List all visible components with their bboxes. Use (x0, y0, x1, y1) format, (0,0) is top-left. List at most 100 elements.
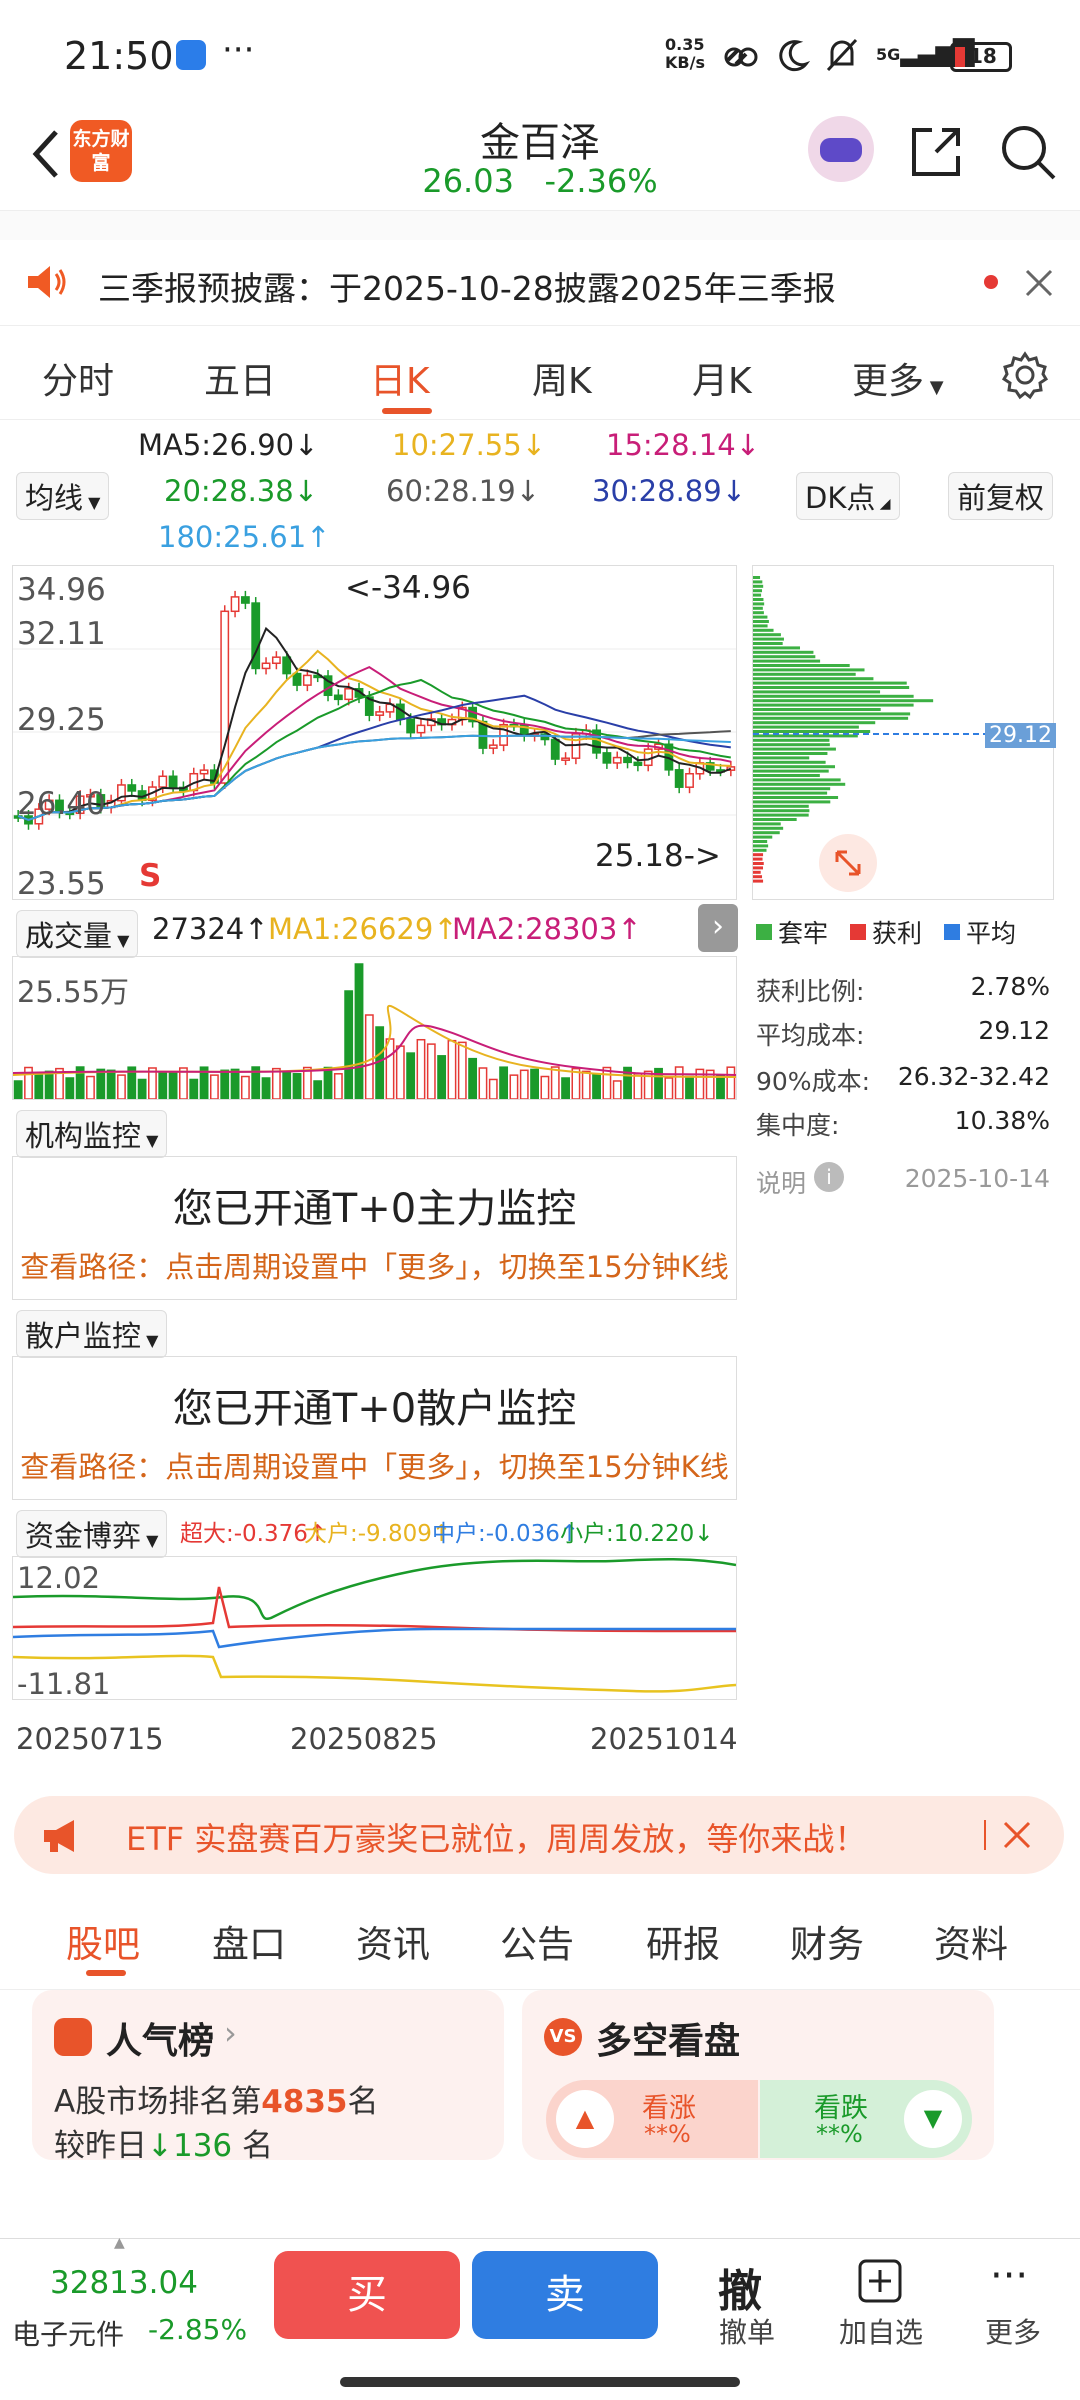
kline-y-label-5: 23.55 (17, 866, 106, 902)
back-arrow-icon[interactable] (24, 124, 74, 184)
tab-finance[interactable]: 财务 (790, 1914, 864, 1968)
index-value[interactable]: 32813.04 (50, 2265, 198, 2301)
volume-bar (230, 1068, 240, 1099)
dropdown-triangle-icon: ▼ (112, 931, 130, 950)
chip-bar (753, 870, 761, 874)
dropdown-triangle-icon: ▼ (141, 1131, 159, 1150)
tab-more[interactable]: 更多 ▼ (852, 352, 944, 404)
down-value: **% (816, 2120, 863, 2148)
candle-body (633, 761, 643, 767)
close-icon[interactable] (1000, 1818, 1034, 1852)
candle-body (561, 757, 570, 761)
chip-bar (753, 796, 839, 799)
candle-body (282, 656, 292, 675)
close-icon[interactable] (1022, 266, 1056, 300)
index-name[interactable]: 电子元件 (12, 2313, 124, 2353)
tab-guba[interactable]: 股吧 (66, 1914, 140, 1968)
retail-monitor-title: 您已开通T+0散户监控 (172, 1386, 577, 1432)
indicator-type-select[interactable]: 均线 ▼ (16, 472, 110, 520)
note-label[interactable]: 说明 (756, 1164, 806, 1200)
etf-banner-text: ETF 实盘赛百万豪奖已就位，周周发放，等你来战！ (126, 1820, 867, 1858)
tab-weekly-k[interactable]: 周K (532, 352, 592, 404)
popularity-card[interactable]: 人气榜 › A股市场排名第4835名 较昨日↓136 名 (32, 1990, 504, 2164)
buy-button[interactable]: 买 (274, 2251, 460, 2339)
tab-research[interactable]: 研报 (646, 1914, 720, 1968)
vote-up-button[interactable]: ▲ 看涨 **% (546, 2080, 758, 2158)
fund-game-select[interactable]: 资金博弈 ▼ (16, 1510, 168, 1558)
add-watchlist-icon[interactable] (856, 2257, 904, 2305)
share-icon[interactable] (906, 122, 966, 182)
chip-bar (753, 804, 809, 808)
adjust-select[interactable]: 前复权 (948, 472, 1054, 520)
chip-bar (753, 716, 909, 720)
chip-bar (753, 743, 830, 747)
dropdown-triangle-icon: ▼ (141, 1331, 159, 1350)
chip-bar (753, 747, 836, 751)
volume-bar (726, 1066, 736, 1099)
bullbear-title: 多空看盘 (596, 2021, 741, 2062)
tab-profile[interactable]: 资料 (934, 1914, 1008, 1968)
expand-panel-button[interactable]: › (698, 904, 738, 952)
etf-banner[interactable]: ETF 实盘赛百万豪奖已就位，周周发放，等你来战！ (14, 1796, 1064, 1874)
cancel-order-icon[interactable]: 撤 (718, 2255, 762, 2319)
kline-chart[interactable]: 34.96 32.11 29.25 26.40 23.55 <-34.96 25… (12, 565, 737, 902)
dk-point-button[interactable]: DK点 ◢ (796, 472, 900, 520)
up-triangle-icon: ▲ (556, 2090, 614, 2148)
more-dots-icon[interactable]: ··· (990, 2253, 1028, 2299)
candle-body (344, 688, 354, 701)
tab-daily-k[interactable]: 日K (370, 352, 430, 404)
candle-body (550, 738, 560, 760)
dropdown-triangle-icon: ▼ (83, 493, 101, 512)
info-icon[interactable]: i (814, 1162, 844, 1192)
more-label[interactable]: 更多 (958, 2311, 1068, 2351)
unread-dot (984, 275, 998, 289)
chip-bar (753, 765, 836, 769)
content-tabs: 股吧 盘口 资讯 公告 研报 财务 资料 (0, 1890, 1080, 1990)
inst-monitor-select[interactable]: 机构监控 ▼ (16, 1110, 168, 1158)
ma60-value: 60:28.19↓ (386, 474, 540, 508)
candle-body (158, 775, 168, 788)
chip-distribution-chart[interactable]: 29.12 (752, 565, 1056, 900)
retail-monitor-select[interactable]: 散户监控 ▼ (16, 1310, 168, 1358)
robot-avatar-icon[interactable] (808, 116, 874, 182)
avg-cost-value: 29.12 (978, 1016, 1050, 1045)
tab-news[interactable]: 资讯 (356, 1914, 430, 1968)
volume-bar (561, 1077, 570, 1099)
fund-game-label: 资金博弈 (25, 1519, 142, 1553)
change-suffix: 名 (242, 2128, 274, 2164)
volume-bar (499, 1066, 509, 1099)
tab-pankou[interactable]: 盘口 (212, 1914, 286, 1968)
chip-bar (753, 800, 831, 804)
chip-bar (753, 730, 871, 733)
chip-bar (753, 875, 763, 879)
expand-icon[interactable] (819, 834, 877, 892)
volume-bar (716, 1074, 725, 1099)
volume-ma1: MA1:26629↑ (268, 912, 458, 946)
tab-monthly-k[interactable]: 月K (692, 352, 752, 404)
volume-chart[interactable]: 25.55万 (12, 956, 737, 1100)
vs-icon: VS (544, 2018, 582, 2056)
fund-y-bottom: -11.81 (17, 1667, 111, 1701)
chip-bar (753, 646, 801, 650)
note-date: 2025-10-14 (904, 1164, 1050, 1193)
tab-five-day[interactable]: 五日 (204, 352, 276, 404)
tab-intraday[interactable]: 分时 (42, 352, 114, 404)
volume-indicator-select[interactable]: 成交量 ▼ (16, 910, 139, 958)
settings-gear-icon[interactable] (1000, 350, 1050, 400)
volume-bar (137, 1078, 147, 1099)
search-icon[interactable] (996, 120, 1060, 184)
up-caret-icon: ▲ (114, 2235, 125, 2251)
fund-game-chart[interactable]: 12.02 -11.81 (12, 1556, 737, 1701)
vote-down-button[interactable]: 看跌 **% ▼ (760, 2080, 972, 2158)
add-watchlist-label[interactable]: 加自选 (826, 2311, 936, 2351)
legend-profit: 获利 (872, 919, 923, 948)
cancel-order-label[interactable]: 撤单 (692, 2311, 802, 2351)
notice-bar[interactable]: 三季报预披露：于2025-10-28披露2025年三季报 (0, 240, 1080, 326)
candle-body (643, 748, 653, 767)
kline-y-label-3: 29.25 (17, 702, 106, 738)
volume-bar (468, 1057, 478, 1099)
tab-announcements[interactable]: 公告 (500, 1914, 574, 1968)
volume-bar (96, 1068, 106, 1099)
sell-button[interactable]: 卖 (472, 2251, 658, 2339)
legend-swatch-profit (850, 924, 867, 940)
